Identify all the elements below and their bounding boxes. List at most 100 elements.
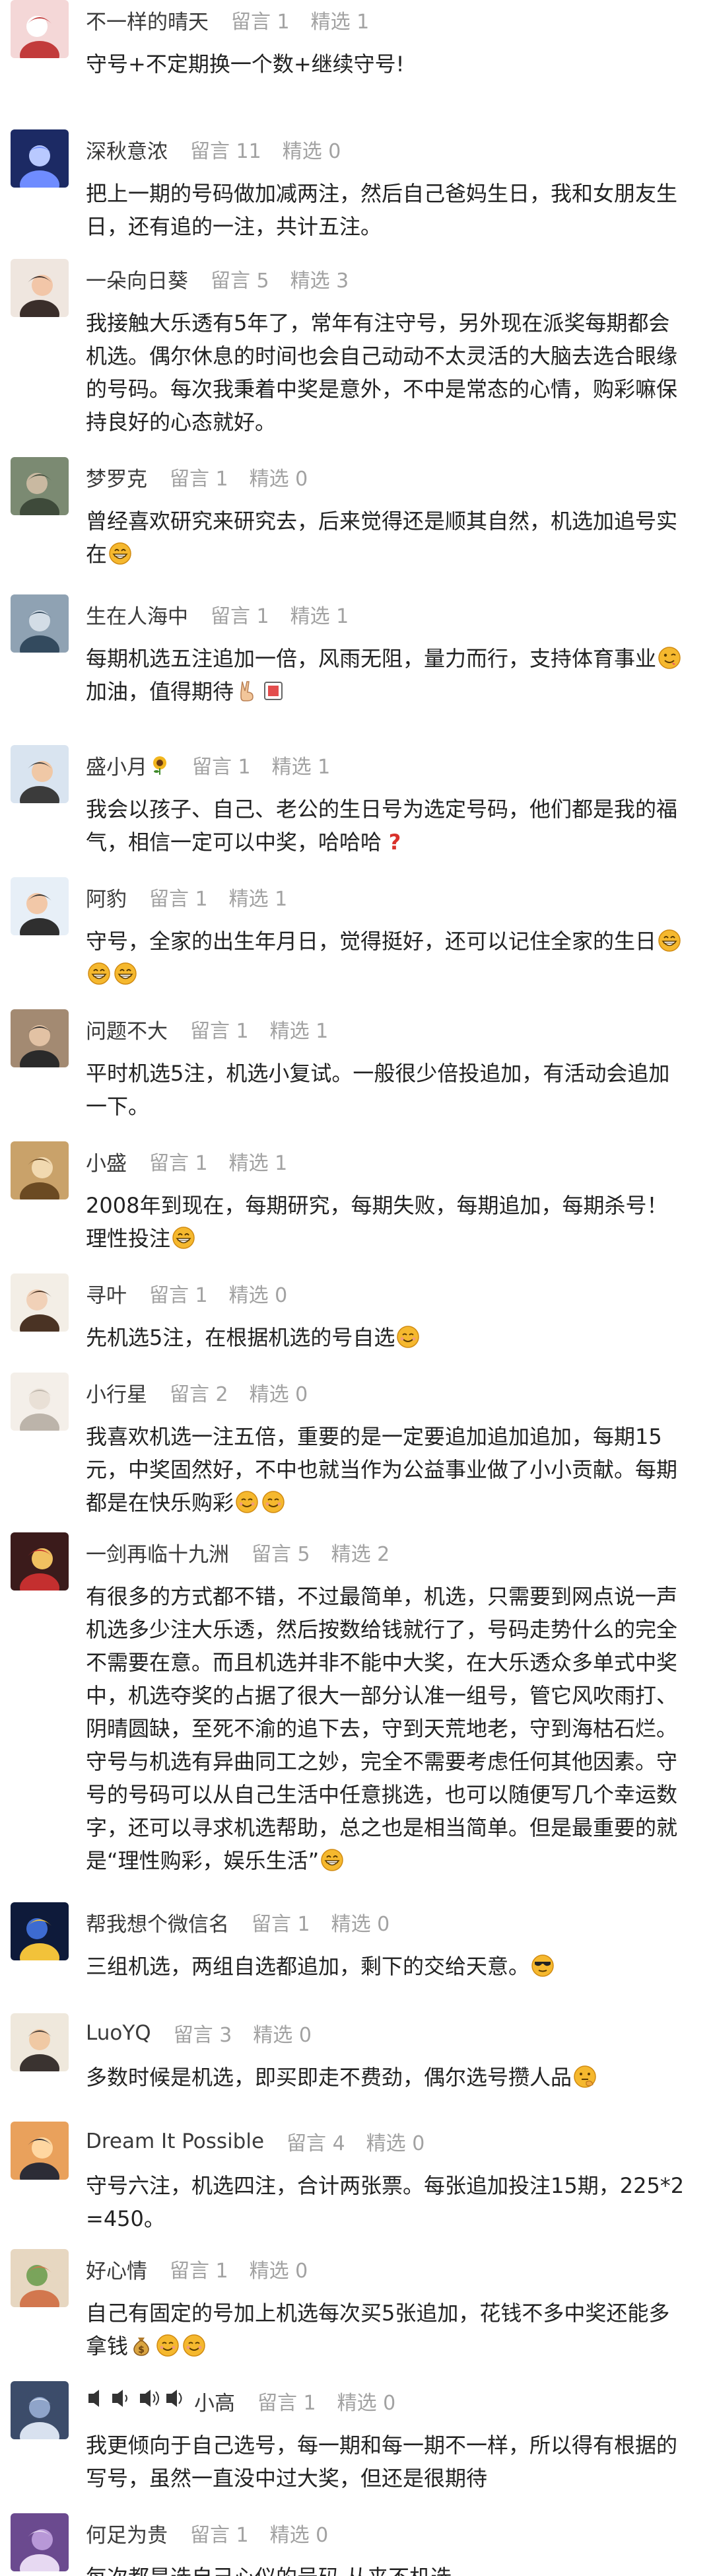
avatar[interactable] xyxy=(11,129,69,188)
avatar[interactable] xyxy=(11,457,69,515)
reply-count: 留言 1 xyxy=(149,1152,208,1175)
featured-count: 精选 0 xyxy=(249,2260,308,2283)
username[interactable]: 一朵向日葵 xyxy=(86,264,188,294)
comment-text: 先机选5注，在根据机选的号自选 xyxy=(86,1321,687,1354)
avatar[interactable] xyxy=(11,745,69,803)
username[interactable]: 阿豹 xyxy=(86,882,127,912)
username[interactable]: LuoYQ xyxy=(86,2021,151,2045)
avatar[interactable] xyxy=(11,2381,69,2439)
avatar[interactable] xyxy=(11,2249,69,2307)
username[interactable]: Dream It Possible xyxy=(86,2129,264,2153)
username[interactable]: 帮我想个微信名 xyxy=(86,1908,229,1937)
comment-header: LuoYQ 留言 3 精选 0 xyxy=(86,2019,312,2048)
featured-count: 精选 0 xyxy=(282,140,341,163)
comment-header: 一朵向日葵 留言 5 精选 3 xyxy=(86,264,349,293)
reply-count: 留言 5 xyxy=(211,269,269,293)
avatar[interactable] xyxy=(11,2013,69,2071)
comment-header: 盛小月 留言 1 精选 1 xyxy=(86,750,330,779)
username[interactable]: 小高 xyxy=(194,2386,235,2416)
username[interactable]: 问题不大 xyxy=(86,1015,168,1044)
comment-header: 生在人海中 留言 1 精选 1 xyxy=(86,600,349,629)
username[interactable]: 好心情 xyxy=(86,2254,147,2284)
comment-header: 不一样的晴天 留言 1 精选 1 xyxy=(86,5,369,34)
comment-body: 守号，全家的出生年月日，觉得挺好，还可以记住全家的生日 xyxy=(86,929,657,954)
comment-text: 三组机选，两组自选都追加，剩下的交给天意。 xyxy=(86,1950,687,1983)
svg-text:$: $ xyxy=(138,2345,145,2355)
reply-count: 留言 1 xyxy=(170,2260,228,2283)
reply-count: 留言 1 xyxy=(211,605,269,628)
comment-text: 有很多的方式都不错，不过最简单，机选，只需要到网点说一声机选多少注大乐透，然后按… xyxy=(86,1580,687,1877)
comment-body: 平时机选5注，机选小复试。一般很少倍投追加，有活动会追加一下。 xyxy=(86,1061,670,1119)
comment-body: 守号+不定期换一个数+继续守号! xyxy=(86,52,405,77)
featured-count: 精选 1 xyxy=(310,11,370,34)
username[interactable]: 小行星 xyxy=(86,1378,147,1408)
username[interactable]: 寻叶 xyxy=(86,1279,127,1308)
featured-count: 精选 0 xyxy=(249,1383,308,1406)
username[interactable]: 不一样的晴天 xyxy=(86,5,209,35)
smile-emoji-icon xyxy=(182,2334,206,2357)
avatar[interactable] xyxy=(11,594,69,653)
comment-header: 问题不大 留言 1 精选 1 xyxy=(86,1015,328,1044)
think-emoji-icon xyxy=(573,2065,597,2089)
featured-count: 精选 0 xyxy=(253,2024,312,2047)
comment-header: 阿豹 留言 1 精选 1 xyxy=(86,882,287,912)
reply-count: 留言 2 xyxy=(170,1383,228,1406)
username[interactable]: 小盛 xyxy=(86,1147,127,1176)
smile-emoji-icon xyxy=(261,1490,285,1514)
reply-count: 留言 1 xyxy=(231,11,290,34)
username[interactable]: 梦罗克 xyxy=(86,462,147,492)
comment-text: 我接触大乐透有5年了，常年有注守号，另外现在派奖每期都会机选。偶尔休息的时间也会… xyxy=(86,306,687,439)
avatar[interactable] xyxy=(11,259,69,317)
reply-count: 留言 1 xyxy=(190,2524,249,2547)
avatar[interactable] xyxy=(11,1902,69,1960)
avatar[interactable] xyxy=(11,1273,69,1332)
avatar[interactable] xyxy=(11,877,69,935)
comment-header: 深秋意浓 留言 11 精选 0 xyxy=(86,135,341,164)
grin-emoji-icon xyxy=(114,962,137,985)
avatar[interactable] xyxy=(11,2513,69,2571)
username[interactable]: 深秋意浓 xyxy=(86,135,168,164)
victory-emoji-icon xyxy=(235,679,259,703)
reply-count: 留言 5 xyxy=(252,1543,310,1566)
speaker-icons xyxy=(86,2388,185,2414)
comment-body: 每次都是选自己心仪的号码 从来不机选 xyxy=(86,2565,452,2576)
avatar[interactable] xyxy=(11,1532,69,1591)
comment-text: 自己有固定的号加上机选每次买5张追加，花钱不多中奖还能多拿钱 $ xyxy=(86,2297,687,2363)
avatar[interactable] xyxy=(11,1009,69,1067)
comment-header: 帮我想个微信名 留言 1 精选 0 xyxy=(86,1908,390,1937)
reply-count: 留言 1 xyxy=(257,2392,316,2415)
comment-text: 平时机选5注，机选小复试。一般很少倍投追加，有活动会追加一下。 xyxy=(86,1057,687,1123)
featured-count: 精选 1 xyxy=(271,756,331,779)
svg-text:?: ? xyxy=(389,830,401,853)
comment-header: Dream It Possible 留言 4 精选 0 xyxy=(86,2127,424,2156)
avatar[interactable] xyxy=(11,1373,69,1431)
username[interactable]: 何足为贵 xyxy=(86,2519,168,2548)
grin-emoji-icon xyxy=(87,962,111,985)
username[interactable]: 盛小月 xyxy=(86,750,147,780)
comment-body: 三组机选，两组自选都追加，剩下的交给天意。 xyxy=(86,1954,530,1979)
comment-body: 守号六注，机选四注，合计两张票。每张追加投注15期，225*2=450。 xyxy=(86,2173,685,2231)
comment-body: 先机选5注，在根据机选的号自选 xyxy=(86,1325,395,1350)
featured-count: 精选 1 xyxy=(269,1020,329,1043)
username[interactable]: 生在人海中 xyxy=(86,600,188,629)
featured-count: 精选 2 xyxy=(331,1543,390,1566)
wink-emoji-icon xyxy=(658,646,681,670)
featured-count: 精选 0 xyxy=(269,2524,329,2547)
comment-header: 寻叶 留言 1 精选 0 xyxy=(86,1279,287,1308)
moneybag-emoji-icon: $ xyxy=(129,2334,153,2357)
smile-emoji-icon xyxy=(156,2334,180,2357)
comment-header: 一剑再临十九洲 留言 5 精选 2 xyxy=(86,1538,390,1567)
comment-header: 何足为贵 留言 1 精选 0 xyxy=(86,2519,328,2548)
comment-body: 每期机选五注追加一倍，风雨无阻，量力而行，支持体育事业 xyxy=(86,646,657,671)
username[interactable]: 一剑再临十九洲 xyxy=(86,1538,229,1567)
avatar[interactable] xyxy=(11,0,69,58)
question-emoji-icon: ? xyxy=(383,830,407,853)
cool-emoji-icon xyxy=(531,1954,555,1978)
comment-body: 我喜欢机选一注五倍，重要的是一定要追加追加追加，每期15元，中奖固然好，不中也就… xyxy=(86,1424,678,1515)
comment-body: 有很多的方式都不错，不过最简单，机选，只需要到网点说一声机选多少注大乐透，然后按… xyxy=(86,1584,678,1873)
reply-count: 留言 1 xyxy=(190,1020,249,1043)
featured-count: 精选 3 xyxy=(290,269,349,293)
comment-text: 把上一期的号码做加减两注，然后自己爸妈生日，我和女朋友生日，还有追的一注，共计五… xyxy=(86,177,687,243)
avatar[interactable] xyxy=(11,2122,69,2180)
avatar[interactable] xyxy=(11,1141,69,1199)
